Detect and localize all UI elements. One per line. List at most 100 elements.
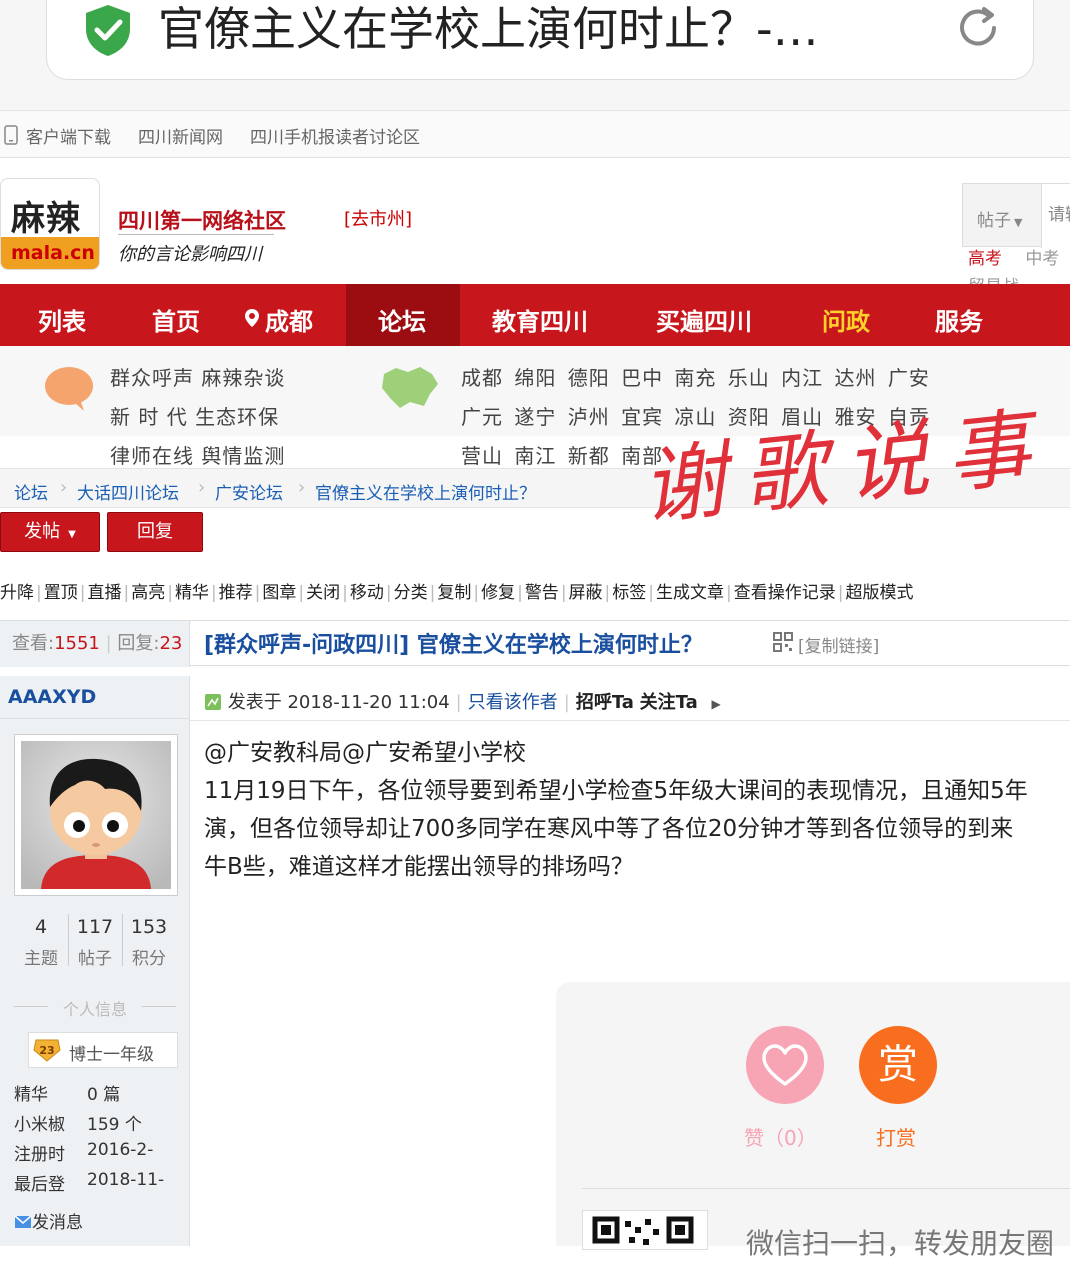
sub-nav-panel: 群众呼声 麻辣杂谈 新 时 代 生态环保 成都 绵阳 德阳 巴中 南充 乐山 内…	[0, 346, 1070, 436]
breadcrumb-guangan[interactable]: 广安论坛	[215, 479, 283, 504]
admin-tool-item[interactable]: 图章	[262, 583, 296, 603]
breadcrumb-separator-icon: ›	[198, 477, 206, 498]
share-qr-code	[582, 1210, 708, 1250]
nav-chengdu[interactable]: 成都	[265, 284, 313, 346]
reply-button[interactable]: 回复	[107, 512, 203, 552]
triangle-right-icon[interactable]: ▶	[712, 697, 721, 711]
admin-tool-item[interactable]: 复制	[437, 583, 471, 603]
search-type-select[interactable]: 帖子 ▼	[977, 206, 1022, 231]
views-count: 1551	[54, 633, 100, 654]
speech-bubble-icon	[45, 367, 93, 411]
share-instruction: 微信扫一扫，转发朋友圈	[746, 1227, 1055, 1260]
admin-tool-item[interactable]: 标签	[612, 583, 646, 603]
greet-link[interactable]: 招呼Ta	[576, 692, 634, 713]
subnav-city-row-3[interactable]: 营山 南江 新都 南部	[461, 440, 663, 469]
qr-code-icon[interactable]	[773, 632, 793, 652]
follow-link[interactable]: 关注Ta	[640, 692, 698, 713]
admin-tool-item[interactable]: 屏蔽	[569, 583, 603, 603]
sichuan-news-link[interactable]: 四川新闻网	[138, 123, 223, 148]
toolbar-separator: |	[560, 583, 567, 603]
info-label-registered: 注册时	[14, 1145, 65, 1165]
toolbar-separator: |	[210, 583, 217, 603]
rank-level: 23	[39, 1044, 54, 1057]
client-download-link[interactable]: 客户端下载	[26, 123, 111, 148]
reader-forum-link[interactable]: 四川手机报读者讨论区	[250, 123, 420, 148]
reload-icon[interactable]	[950, 0, 1006, 56]
toolbar-separator: |	[167, 583, 173, 603]
admin-tool-item[interactable]: 直播	[87, 583, 121, 603]
toolbar-separator: |	[254, 583, 261, 603]
admin-tool-item[interactable]: 修复	[481, 583, 515, 603]
stat-points-value[interactable]: 153	[122, 916, 176, 938]
admin-tool-item[interactable]: 生成文章	[656, 583, 724, 603]
stat-posts-value[interactable]: 117	[68, 916, 122, 938]
author-name[interactable]: AAAXYD	[8, 686, 96, 708]
breadcrumb-current[interactable]: 官僚主义在学校上演何时止？	[315, 479, 536, 504]
nav-service[interactable]: 服务	[935, 284, 983, 346]
send-message-link[interactable]: 发消息	[14, 1208, 83, 1233]
hot-link-gaokao[interactable]: 高考	[968, 249, 1002, 269]
copy-link-button[interactable]: [复制链接]	[798, 632, 879, 657]
stat-topics-label: 主题	[24, 949, 58, 969]
city-switch-link[interactable]: [去市州]	[344, 205, 412, 231]
admin-tool-item[interactable]: 置顶	[44, 583, 78, 603]
admin-tool-item[interactable]: 分类	[394, 583, 428, 603]
subnav-city-row-2[interactable]: 广元 遂宁 泸州 宜宾 凉山 资阳 眉山 雅安 自贡	[461, 401, 930, 430]
nav-politics[interactable]: 问政	[822, 284, 870, 346]
admin-tool-item[interactable]: 超版模式	[845, 583, 913, 603]
admin-tool-item[interactable]: 警告	[525, 583, 559, 603]
views-label: 查看:	[12, 633, 55, 654]
toolbar-separator: |	[36, 583, 42, 603]
admin-tool-item[interactable]: 移动	[350, 583, 384, 603]
subnav-forum-row-2[interactable]: 新 时 代 生态环保	[110, 401, 279, 430]
admin-tool-item[interactable]: 查看操作记录	[734, 583, 836, 603]
shield-check-icon	[86, 5, 130, 56]
thread-title[interactable]: [群众呼声-问政四川] 官僚主义在学校上演何时止？	[204, 627, 703, 659]
qr-code-icon	[592, 1216, 694, 1245]
logo-text-cn: 麻辣	[11, 199, 81, 239]
site-logo[interactable]: 麻辣 mala.cn	[0, 178, 100, 270]
sichuan-map-icon	[382, 367, 438, 408]
post-line: @广安教科局@广安希望小学校	[204, 740, 526, 766]
admin-toolbar: 升降 | 置顶 | 直播 | 高亮 | 精华 | 推荐 | 图章 | 关闭 | 移动 | 分类 | 复制 | 修复 | 警告 | 屏…	[0, 578, 1070, 608]
only-author-link[interactable]: 只看该作者	[468, 692, 558, 713]
admin-tool-item[interactable]: 精华	[175, 583, 209, 603]
like-button[interactable]	[746, 1026, 824, 1104]
breadcrumb-dahua[interactable]: 大话四川论坛	[77, 479, 179, 504]
site-slogan-main: 四川第一网络社区	[118, 209, 286, 233]
toolbar-separator: |	[648, 583, 655, 603]
thread-header: 查看:1551 | 回复:23 [群众呼声-问政四川] 官僚主义在学校上演何时止…	[0, 620, 1070, 667]
subnav-forum-row-3[interactable]: 律师在线 舆情监测	[110, 440, 285, 469]
nav-list[interactable]: 列表	[38, 284, 86, 346]
nav-shopping[interactable]: 买遍四川	[656, 284, 752, 346]
search-input[interactable]: 请输	[1041, 184, 1070, 248]
admin-tool-item[interactable]: 推荐	[219, 583, 253, 603]
page-title-in-addressbar[interactable]: 官僚主义在学校上演何时止？-…	[158, 0, 918, 58]
thread-stats: 查看:1551 | 回复:23	[0, 621, 190, 667]
toolbar-separator: |	[604, 583, 611, 603]
nav-education[interactable]: 教育四川	[492, 284, 588, 346]
admin-tool-item[interactable]: 关闭	[306, 583, 340, 603]
divider	[142, 1006, 176, 1007]
reward-button[interactable]: 赏	[859, 1026, 937, 1104]
mobile-phone-icon	[4, 125, 18, 145]
like-count-label: 赞（0）	[744, 1126, 817, 1150]
breadcrumb-forum[interactable]: 论坛	[14, 479, 48, 504]
divider	[190, 720, 1070, 721]
slogan-divider	[118, 234, 274, 235]
posted-at: 发表于 2018-11-20 11:04	[227, 692, 450, 713]
new-post-button[interactable]: 发帖 ▼	[0, 512, 100, 552]
subnav-city-row-1[interactable]: 成都 绵阳 德阳 巴中 南充 乐山 内江 达州 广安	[461, 362, 930, 391]
hot-link-zhongkao[interactable]: 中考	[1025, 249, 1059, 269]
heart-icon	[762, 1044, 808, 1086]
subnav-forum-row-1[interactable]: 群众呼声 麻辣杂谈	[110, 362, 285, 391]
stat-topics-value[interactable]: 4	[14, 916, 68, 938]
info-value-essence: 0 篇	[87, 1085, 121, 1105]
nav-forum[interactable]: 论坛	[378, 284, 426, 346]
admin-tool-item[interactable]: 高亮	[131, 583, 165, 603]
cartoon-boy-avatar	[21, 741, 171, 889]
nav-home[interactable]: 首页	[152, 284, 200, 346]
avatar[interactable]	[14, 734, 178, 896]
admin-tool-item[interactable]: 升降	[0, 583, 34, 603]
post-line: 演，但各位领导却让700多同学在寒风中等了各位20分钟才等到各位领导的到来	[204, 816, 1014, 842]
